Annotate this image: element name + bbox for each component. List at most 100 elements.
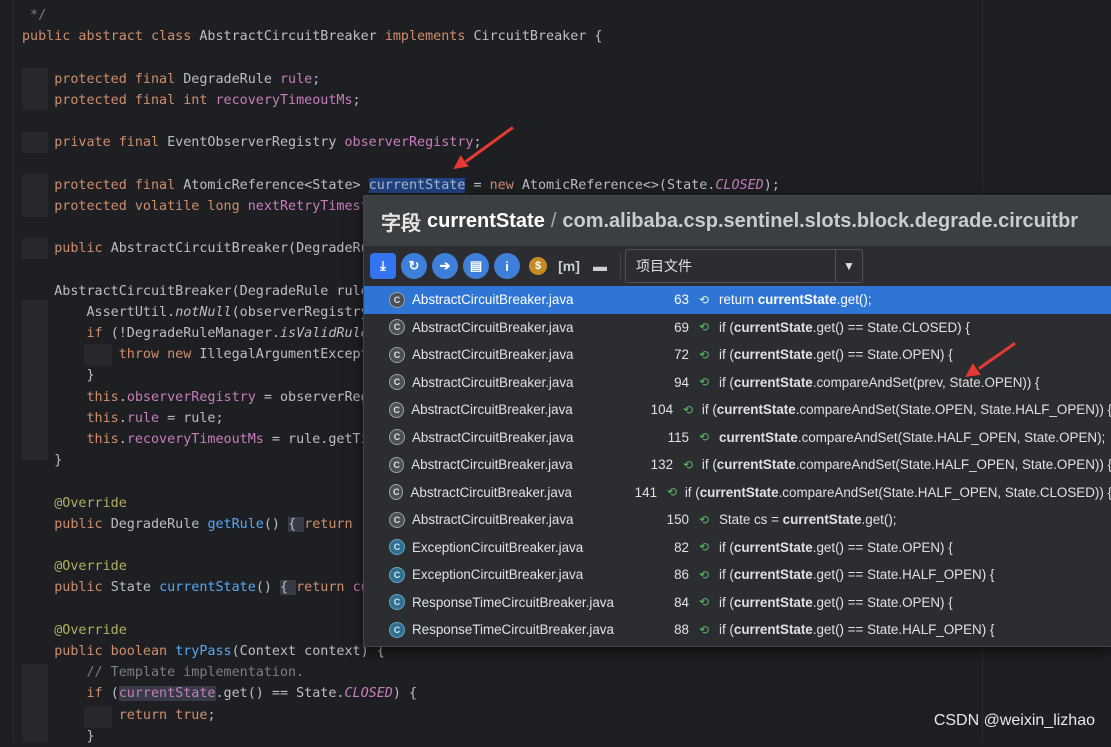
code-token: = rule; (159, 410, 224, 426)
usage-code-symbol: currentState (716, 402, 796, 418)
code-token: tryPass (175, 644, 232, 659)
usage-row[interactable]: C AbstractCircuitBreaker.java 132 ⟲ if (curr… (364, 451, 1111, 479)
code-token: this (22, 389, 119, 405)
usage-file: ResponseTimeCircuitBreaker.java (412, 622, 614, 638)
usage-line-number: 115 (667, 429, 689, 445)
usage-code-symbol: currentState (757, 292, 837, 308)
usage-code: State cs = currentState.get(); (719, 512, 897, 527)
code-token: if (22, 686, 111, 702)
write-access-icon: ⟲ (699, 622, 710, 637)
usage-code: currentState.compareAndSet(State.HALF_OP… (719, 430, 1105, 445)
abstract-class-icon: C (389, 374, 405, 391)
code-token: . (118, 389, 127, 405)
usage-code-symbol: currentState (733, 567, 813, 583)
usage-code-prefix: if ( (719, 374, 734, 390)
code-token: ; (312, 71, 321, 87)
code-line: return true; (22, 705, 216, 726)
scope-select[interactable]: 项目文件 ▼ (625, 249, 863, 283)
code-token: recoveryTimeoutMs (215, 92, 353, 108)
usage-code-suffix: .compareAndSet(State.HALF_OPEN, State.OP… (795, 457, 1111, 473)
usage-code-prefix: return (719, 292, 758, 308)
coin-icon[interactable]: $ (525, 253, 551, 279)
code-token: if (22, 326, 111, 341)
group-by-folder-icon[interactable]: ▤ (463, 253, 489, 279)
usage-code-suffix: .get() == State.CLOSED) { (812, 319, 970, 335)
usage-code-prefix: if ( (701, 402, 717, 418)
class-icon: C (389, 594, 405, 611)
code-token: implements (384, 29, 474, 45)
code-line: AssertUtil.notNull(observerRegistry (22, 302, 368, 323)
code-token: currentState (159, 580, 256, 596)
usage-row[interactable]: C AbstractCircuitBreaker.java 141 ⟲ if (curr… (364, 479, 1111, 507)
usage-code-prefix: if ( (719, 319, 734, 335)
usage-row[interactable]: C ResponseTimeCircuitBreaker.java 84 ⟲ if (c… (364, 589, 1111, 617)
usage-row[interactable]: C AbstractCircuitBreaker.java 94 ⟲ if (curre… (364, 369, 1111, 397)
write-access-icon: ⟲ (699, 375, 710, 390)
usage-code: return currentState.get(); (719, 292, 872, 307)
preview-icon[interactable]: ▬ (587, 253, 613, 279)
code-token: public boolean (22, 644, 176, 659)
usage-row[interactable]: C ExceptionCircuitBreaker.java 82 ⟲ if (curr… (364, 534, 1111, 562)
gutter-divider (13, 0, 14, 742)
symbol-kind-label: 字段 (381, 212, 421, 235)
code-token: return (296, 580, 353, 596)
code-line: this.recoveryTimeoutMs = rule.getTi (22, 429, 368, 450)
find-usages-popup[interactable]: 字段 currentState / com.alibaba.csp.sentin… (363, 195, 1111, 647)
code-token: (!DegradeRuleManager. (110, 326, 280, 341)
navigate-back-icon[interactable]: ↻ (401, 253, 427, 279)
code-line: if (currentState.get() == State.CLOSED) … (22, 683, 417, 704)
export-icon[interactable]: ⤓ (370, 253, 396, 279)
code-token: EventObserverRegistry (167, 135, 345, 151)
usage-row[interactable]: C AbstractCircuitBreaker.java 63 ⟲ return cu… (364, 286, 1111, 314)
code-line: @Override (22, 556, 127, 577)
abstract-class-icon: C (389, 511, 405, 528)
code-line: throw new IllegalArgumentExcept (22, 344, 369, 365)
usage-code: if (currentState.get() == State.OPEN) { (719, 595, 953, 610)
info-icon[interactable]: i (494, 253, 520, 279)
path-separator: / (550, 209, 557, 232)
usage-code-symbol: currentState (733, 539, 813, 555)
code-token: DegradeRule (110, 516, 208, 532)
navigate-forward-icon[interactable]: ➔ (432, 253, 458, 279)
usage-line-number: 88 (674, 622, 689, 638)
code-token: AbstractCircuitBreaker (199, 29, 385, 45)
module-icon[interactable]: [m] (556, 253, 582, 279)
usage-row[interactable]: C AbstractCircuitBreaker.java 115 ⟲ currentS… (364, 424, 1111, 452)
chevron-down-icon[interactable]: ▼ (835, 250, 862, 282)
code-line: protected volatile long nextRetryTimest (22, 196, 368, 217)
usage-row[interactable]: C AbstractCircuitBreaker.java 104 ⟲ if (curr… (364, 396, 1111, 424)
usage-row[interactable]: C AbstractCircuitBreaker.java 69 ⟲ if (curre… (364, 314, 1111, 342)
code-token: ); (763, 177, 780, 193)
code-line: protected final AtomicReference<State> c… (22, 175, 780, 196)
usage-code-suffix: .get() == State.OPEN) { (812, 594, 953, 610)
usage-row[interactable]: C ResponseTimeCircuitBreaker.java 88 ⟲ if (c… (364, 616, 1111, 644)
usage-file: AbstractCircuitBreaker.java (412, 319, 574, 335)
code-token: { (288, 516, 305, 532)
abstract-class-icon: C (389, 291, 405, 308)
code-token: throw new (22, 347, 200, 363)
usage-file: AbstractCircuitBreaker.java (412, 512, 574, 528)
code-token: protected volatile long (22, 198, 248, 214)
usage-file: ResponseTimeCircuitBreaker.java (412, 594, 614, 610)
code-token: .get() == State. (215, 686, 345, 702)
code-token: protected final (22, 177, 184, 193)
usage-file: AbstractCircuitBreaker.java (412, 347, 574, 363)
usage-code-prefix: if ( (684, 484, 700, 500)
usage-row[interactable]: C ExceptionCircuitBreaker.java 86 ⟲ if (curr… (364, 561, 1111, 589)
usage-code-symbol: currentState (699, 484, 779, 500)
code-token: getRule (207, 516, 264, 532)
usage-file: ExceptionCircuitBreaker.java (412, 539, 584, 555)
write-access-icon: ⟲ (699, 540, 710, 555)
code-line: AbstractCircuitBreaker(DegradeRule rule (22, 281, 368, 302)
popup-header: 字段 currentState / com.alibaba.csp.sentin… (364, 196, 1111, 246)
code-token: CircuitBreaker { (473, 29, 603, 45)
usage-code-suffix: .compareAndSet(State.HALF_OPEN, State.OP… (797, 429, 1106, 445)
usage-code-symbol: currentState (733, 347, 813, 363)
usage-row[interactable]: C AbstractCircuitBreaker.java 150 ⟲ State cs… (364, 506, 1111, 534)
usage-code-suffix: .get() == State.OPEN) { (812, 347, 953, 363)
code-token: notNull (175, 304, 232, 320)
abstract-class-icon: C (389, 429, 405, 446)
code-line: */ (22, 5, 46, 26)
usage-code-symbol: currentState (733, 319, 813, 335)
usage-line-number: 63 (674, 292, 689, 308)
